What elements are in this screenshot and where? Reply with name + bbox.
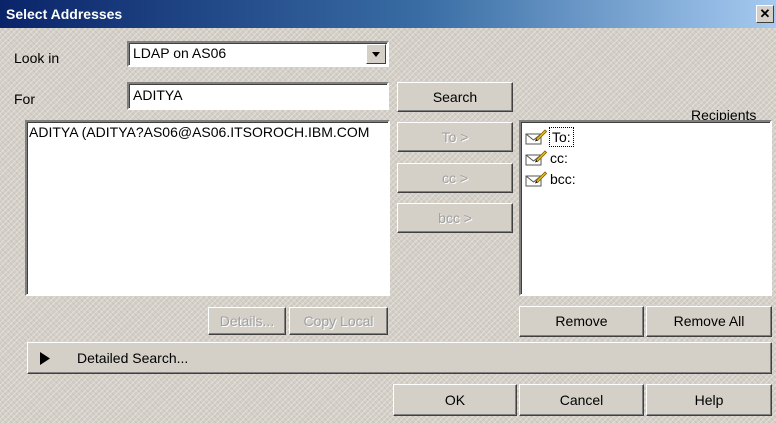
cancel-button[interactable]: Cancel <box>519 384 644 416</box>
expand-triangle-icon <box>40 352 50 365</box>
envelope-pencil-icon <box>525 171 547 187</box>
chevron-down-icon <box>372 52 380 57</box>
recipient-label: To: <box>549 127 574 147</box>
look-in-value: LDAP on AS06 <box>133 45 227 61</box>
envelope-pencil-icon <box>525 150 547 166</box>
results-list[interactable]: ADITYA (ADITYA?AS06@AS06.ITSOROCH.IBM.CO… <box>25 120 390 296</box>
list-item[interactable]: ADITYA (ADITYA?AS06@AS06.ITSOROCH.IBM.CO… <box>29 124 369 140</box>
cc-button[interactable]: cc > <box>397 163 513 193</box>
dropdown-arrow-button[interactable] <box>366 44 386 64</box>
look-in-label: Look in <box>14 50 60 66</box>
bcc-button[interactable]: bcc > <box>397 203 513 233</box>
recipient-to[interactable]: To: <box>525 127 574 147</box>
select-addresses-dialog: Select Addresses ✕ Look in LDAP on AS06 … <box>0 0 776 423</box>
ok-button[interactable]: OK <box>393 384 517 416</box>
recipient-bcc[interactable]: bcc: <box>525 170 576 188</box>
search-input-value: ADITYA <box>133 87 183 103</box>
to-button[interactable]: To > <box>397 122 513 152</box>
close-button[interactable]: ✕ <box>756 5 774 23</box>
window-title: Select Addresses <box>6 6 123 22</box>
search-button[interactable]: Search <box>397 82 513 112</box>
close-icon: ✕ <box>759 6 771 21</box>
details-button[interactable]: Details... <box>208 307 286 335</box>
recipient-cc[interactable]: cc: <box>525 149 568 167</box>
recipients-list[interactable]: To: cc: bcc: <box>519 120 772 296</box>
look-in-dropdown[interactable]: LDAP on AS06 <box>127 41 389 67</box>
search-input[interactable]: ADITYA <box>127 82 389 110</box>
remove-button[interactable]: Remove <box>519 306 644 337</box>
remove-all-button[interactable]: Remove All <box>646 306 772 337</box>
detailed-search-label: Detailed Search... <box>77 350 189 366</box>
envelope-pencil-icon <box>525 129 547 145</box>
title-bar[interactable]: Select Addresses ✕ <box>0 0 776 28</box>
recipient-label: cc: <box>550 150 568 166</box>
for-label: For <box>14 91 35 107</box>
recipient-label: bcc: <box>550 171 576 187</box>
help-button[interactable]: Help <box>646 384 772 416</box>
detailed-search-toggle[interactable]: Detailed Search... <box>27 342 772 374</box>
copy-local-button[interactable]: Copy Local <box>289 307 388 335</box>
